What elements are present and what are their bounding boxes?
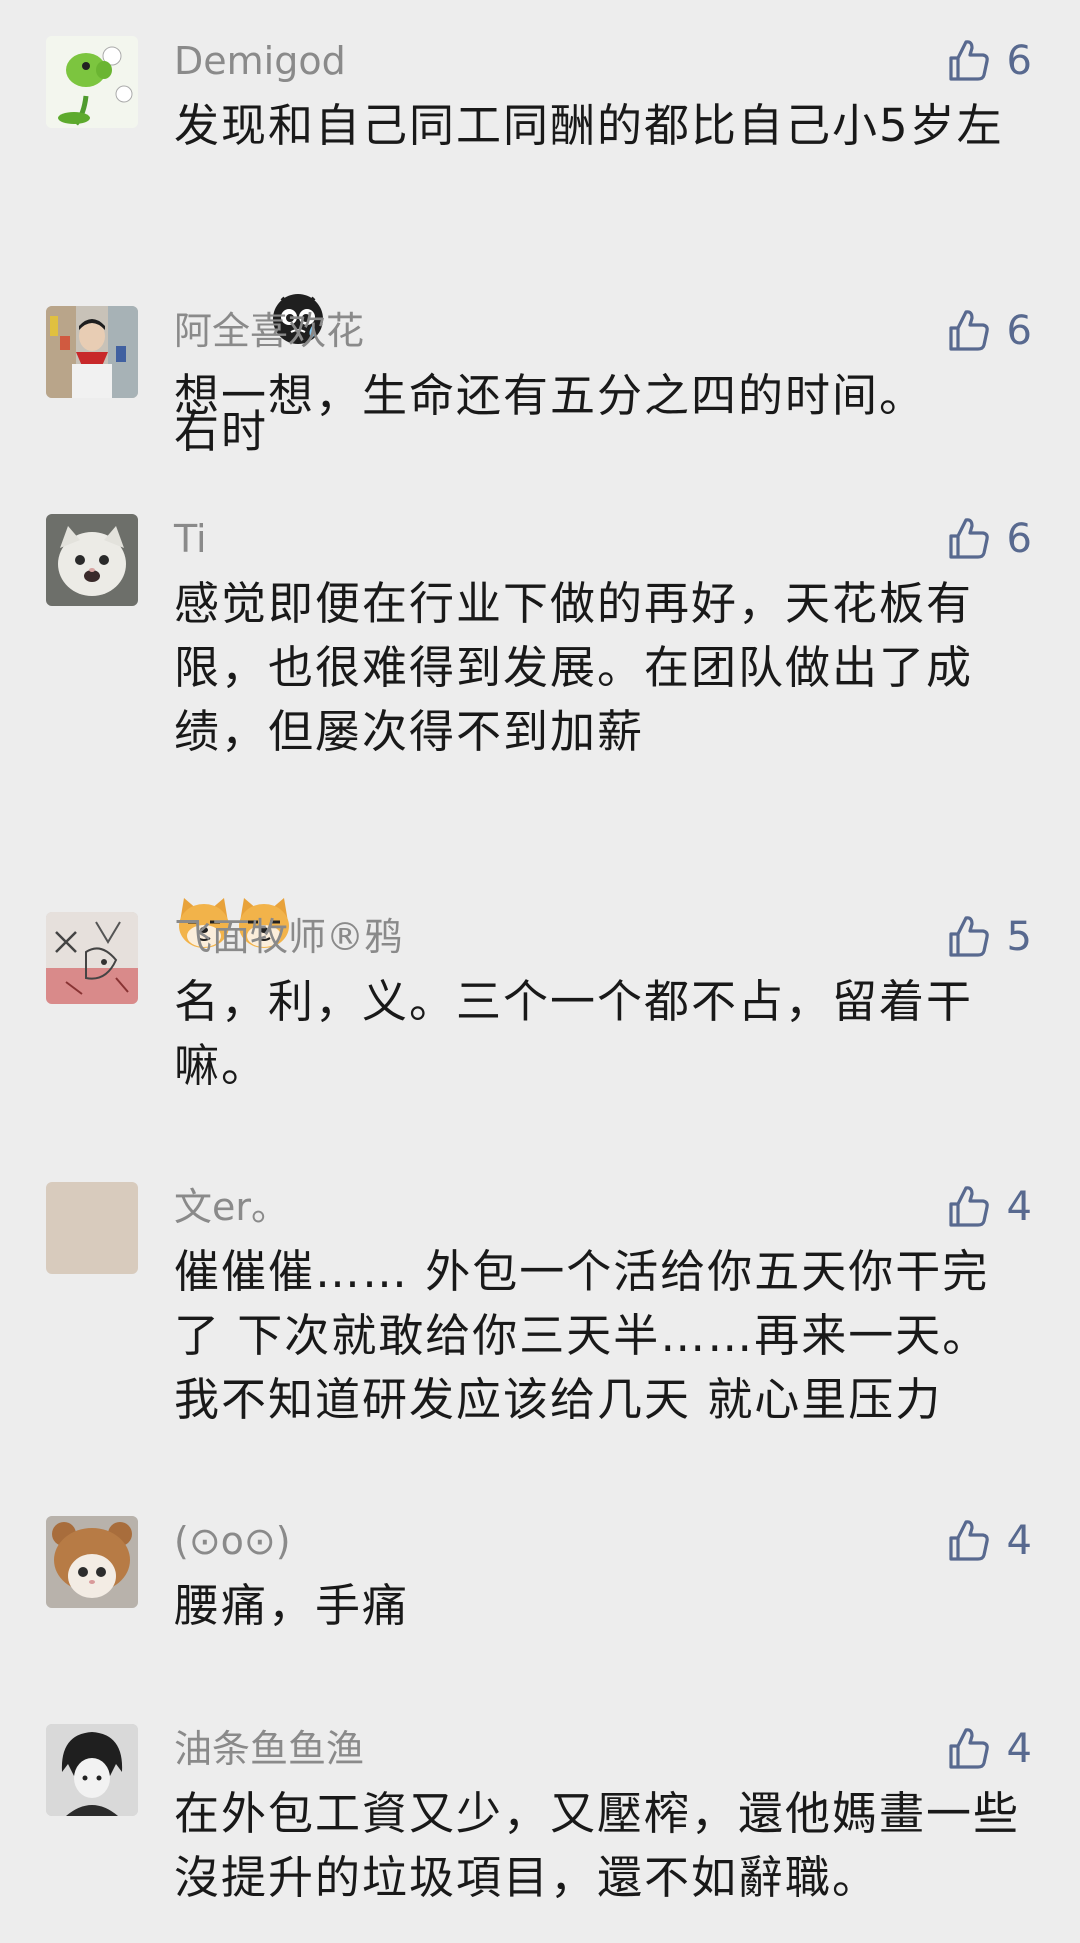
comment-text-content: 腰痛，手痛 — [174, 1579, 410, 1632]
comment-username[interactable]: 飞面牧师®鸦 — [174, 912, 402, 962]
doge-emoji — [174, 764, 234, 948]
white-cat-avatar-icon[interactable] — [46, 514, 138, 606]
like-button[interactable]: 4 — [945, 1178, 1032, 1236]
comment-text-content: 名，利，义。三个一个都不占，留着干嘛。 — [174, 975, 974, 1092]
like-count: 6 — [1006, 38, 1032, 84]
comment-text-content: 在外包工資又少，又壓榨，還他媽畫一些沒提升的垃圾項目，還不如辭職。 — [174, 1787, 1021, 1904]
comment-username[interactable]: 油条鱼鱼渔 — [174, 1724, 364, 1774]
thumbs-up-icon — [948, 916, 989, 957]
sketch-drawing-avatar-icon[interactable] — [46, 912, 138, 1004]
comment-username[interactable]: (⊙o⊙) — [174, 1516, 291, 1566]
peashooter-avatar-icon[interactable] — [46, 36, 138, 128]
like-button[interactable]: 4 — [945, 1512, 1032, 1570]
comment-text: 腰痛，手痛 — [174, 1574, 1024, 1638]
like-count: 4 — [1006, 1518, 1032, 1564]
comment-text: 催催催…… 外包一个活给你五天你干完了 下次就敢给你三天半……再来一天。我不知道… — [174, 1240, 1024, 1432]
comment-text: 想一想，生命还有五分之四的时间。 — [174, 364, 1024, 428]
blank-beige-avatar-icon[interactable] — [46, 1182, 138, 1274]
person-red-scarf-avatar-icon[interactable] — [46, 306, 138, 398]
comment-list: Demigod 6 发现和自己同工同酬的都比自己小5岁左右时 阿全喜欢花 6 想… — [0, 0, 1080, 1943]
comment-text: 在外包工資又少，又壓榨，還他媽畫一些沒提升的垃圾項目，還不如辭職。 — [174, 1782, 1024, 1910]
comment-username[interactable]: Demigod — [174, 36, 346, 86]
thumbs-up-icon — [948, 1186, 989, 1227]
comment-username[interactable]: Ti — [174, 514, 207, 564]
comment-username[interactable]: 阿全喜欢花 — [174, 306, 364, 356]
thumbs-up-icon — [948, 40, 989, 81]
thumbs-up-icon — [948, 518, 989, 559]
comment-text: 名，利，义。三个一个都不占，留着干嘛。 — [174, 970, 1024, 1098]
like-button[interactable]: 6 — [945, 510, 1032, 568]
like-button[interactable]: 4 — [945, 1720, 1032, 1778]
comment-text-content: 感觉即便在行业下做的再好，天花板有限，也很难得到发展。在团队做出了成绩，但屡次得… — [174, 577, 974, 758]
like-count: 5 — [1006, 914, 1032, 960]
like-count: 6 — [1006, 308, 1032, 354]
like-count: 4 — [1006, 1184, 1032, 1230]
comment-text-content: 催催催…… 外包一个活给你五天你干完了 下次就敢给你三天半……再来一天。我不知道… — [174, 1245, 990, 1426]
comment-username[interactable]: 文er。 — [174, 1182, 289, 1232]
doge-emoji — [234, 764, 294, 948]
like-count: 6 — [1006, 516, 1032, 562]
anime-boy-avatar-icon[interactable] — [46, 1724, 138, 1816]
thumbs-up-icon — [948, 1520, 989, 1561]
like-count: 4 — [1006, 1726, 1032, 1772]
like-button[interactable]: 6 — [945, 302, 1032, 360]
like-button[interactable]: 5 — [945, 908, 1032, 966]
thumbs-up-icon — [948, 1728, 989, 1769]
crying-face-emoji — [268, 158, 328, 344]
like-button[interactable]: 6 — [945, 32, 1032, 90]
thumbs-up-icon — [948, 310, 989, 351]
comment-text-content: 想一想，生命还有五分之四的时间。 — [174, 369, 927, 422]
cat-bear-hat-avatar-icon[interactable] — [46, 1516, 138, 1608]
